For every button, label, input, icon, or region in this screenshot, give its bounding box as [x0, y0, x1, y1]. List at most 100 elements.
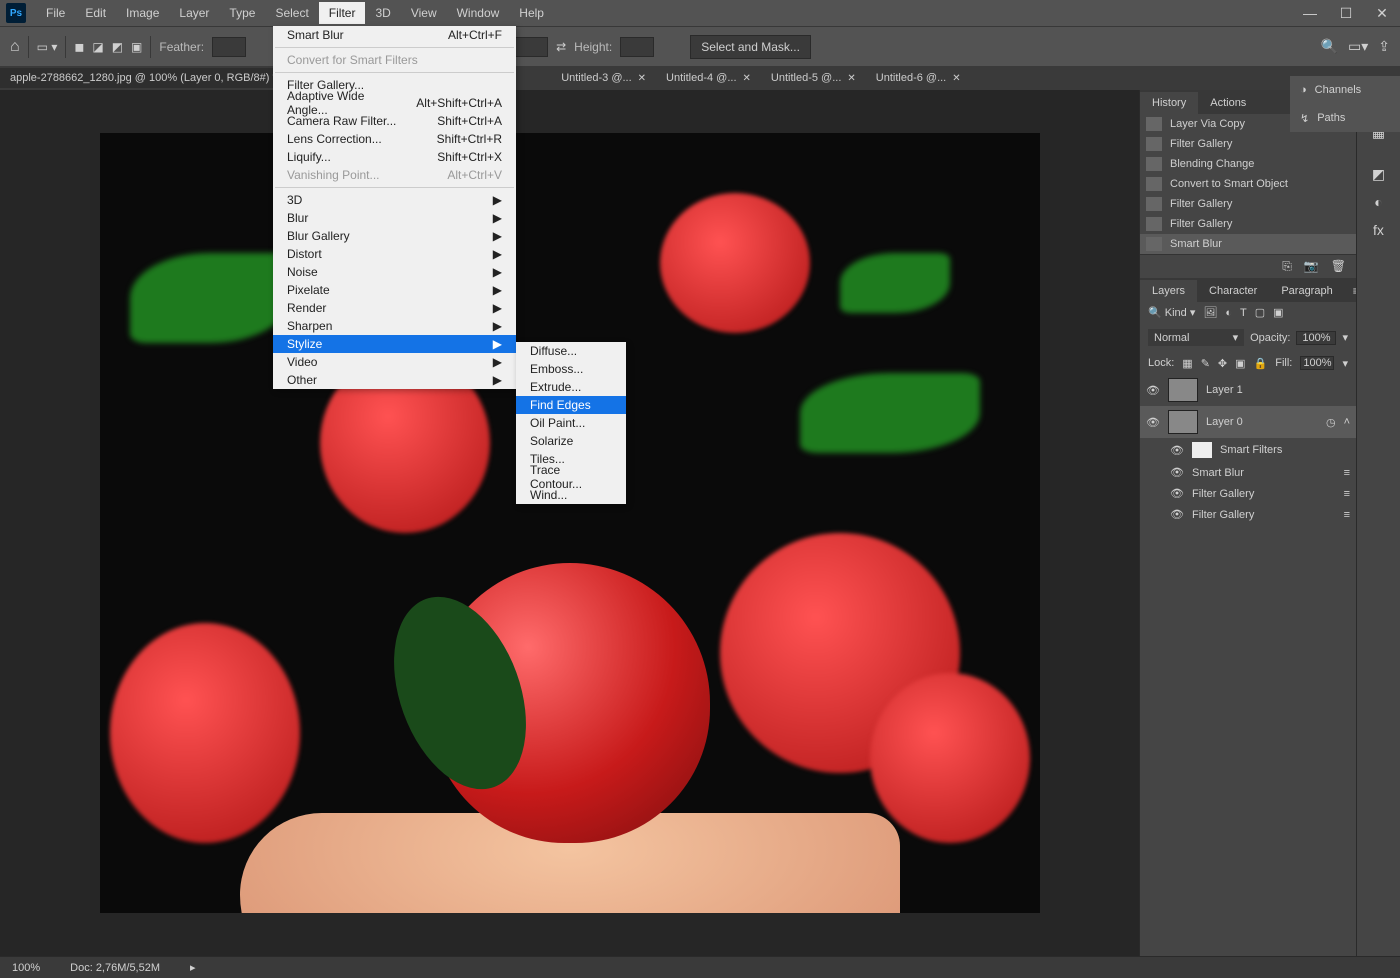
selection-add-icon[interactable]: ◪: [92, 40, 103, 54]
stylize-oil-paint[interactable]: Oil Paint...: [516, 414, 626, 432]
doc-tab-2[interactable]: Untitled-3 @...✕: [551, 68, 656, 88]
menu-3d[interactable]: 3D: [365, 2, 400, 24]
filter-noise-submenu[interactable]: Noise▶: [273, 263, 516, 281]
filter-pixelate-submenu[interactable]: Pixelate▶: [273, 281, 516, 299]
properties-icon[interactable]: ◩: [1357, 160, 1400, 188]
paths-tab[interactable]: ↯Paths: [1290, 104, 1400, 132]
snapshot-icon[interactable]: 📷: [1304, 259, 1319, 274]
visibility-icon[interactable]: 👁: [1170, 508, 1184, 521]
smart-filter-item[interactable]: 👁Filter Gallery≡: [1140, 483, 1356, 504]
fill-input[interactable]: 100%: [1300, 356, 1334, 370]
window-minimize-icon[interactable]: —: [1292, 5, 1328, 22]
lock-transparent-icon[interactable]: ▦: [1182, 357, 1192, 370]
visibility-icon[interactable]: 👁: [1170, 466, 1184, 479]
home-icon[interactable]: ⌂: [10, 38, 20, 56]
filter-other-submenu[interactable]: Other▶: [273, 371, 516, 389]
height-input[interactable]: [620, 37, 654, 57]
workspace-icon[interactable]: ▭▾: [1348, 38, 1368, 55]
lock-position-icon[interactable]: ✥: [1218, 357, 1227, 370]
filter-blur-submenu[interactable]: Blur▶: [273, 209, 516, 227]
stylize-diffuse[interactable]: Diffuse...: [516, 342, 626, 360]
filter-3d-submenu[interactable]: 3D▶: [273, 191, 516, 209]
selection-subtract-icon[interactable]: ◩: [112, 40, 123, 54]
search-icon[interactable]: 🔍: [1321, 38, 1338, 55]
window-maximize-icon[interactable]: ☐: [1328, 5, 1364, 22]
filter-last[interactable]: Smart BlurAlt+Ctrl+F: [273, 26, 516, 44]
smart-filters-header[interactable]: 👁Smart Filters: [1140, 438, 1356, 462]
history-item[interactable]: Blending Change: [1140, 154, 1356, 174]
menu-window[interactable]: Window: [447, 2, 510, 24]
history-tab[interactable]: History: [1140, 92, 1198, 114]
visibility-icon[interactable]: 👁: [1170, 444, 1184, 457]
width-input[interactable]: [514, 37, 548, 57]
doc-tab-4[interactable]: Untitled-5 @...✕: [761, 68, 866, 88]
history-item[interactable]: Filter Gallery: [1140, 194, 1356, 214]
marquee-select-icon[interactable]: ▭ ▾: [37, 40, 58, 54]
close-icon[interactable]: ✕: [952, 73, 960, 84]
filter-adjust-icon[interactable]: ◐: [1225, 307, 1232, 319]
filter-stylize-submenu[interactable]: Stylize▶: [273, 335, 516, 353]
convert-smart-filters[interactable]: Convert for Smart Filters: [273, 51, 516, 69]
menu-edit[interactable]: Edit: [75, 2, 116, 24]
filter-distort-submenu[interactable]: Distort▶: [273, 245, 516, 263]
menu-layer[interactable]: Layer: [169, 2, 219, 24]
filter-text-icon[interactable]: T: [1240, 307, 1247, 319]
filter-blur-gallery-submenu[interactable]: Blur Gallery▶: [273, 227, 516, 245]
stylize-extrude[interactable]: Extrude...: [516, 378, 626, 396]
history-item[interactable]: Filter Gallery: [1140, 214, 1356, 234]
filter-image-icon[interactable]: 🖼: [1203, 306, 1217, 319]
channels-tab[interactable]: ◑Channels: [1290, 76, 1400, 104]
doc-size[interactable]: Doc: 2,76M/5,52M: [70, 962, 160, 974]
history-item[interactable]: Smart Blur: [1140, 234, 1356, 254]
swap-dim-icon[interactable]: ⇄: [556, 40, 566, 54]
character-tab[interactable]: Character: [1197, 280, 1269, 302]
zoom-level[interactable]: 100%: [12, 962, 40, 974]
visibility-icon[interactable]: 👁: [1146, 416, 1160, 429]
stylize-solarize[interactable]: Solarize: [516, 432, 626, 450]
close-icon[interactable]: ✕: [743, 73, 751, 84]
new-doc-from-state-icon[interactable]: ⎘: [1282, 259, 1292, 274]
close-icon[interactable]: ✕: [847, 73, 855, 84]
filter-sharpen-submenu[interactable]: Sharpen▶: [273, 317, 516, 335]
close-icon[interactable]: ✕: [638, 73, 646, 84]
lock-paint-icon[interactable]: ✎: [1201, 357, 1210, 370]
layer-kind-filter[interactable]: 🔍 Kind ▾: [1148, 306, 1195, 319]
filter-video-submenu[interactable]: Video▶: [273, 353, 516, 371]
layers-tab[interactable]: Layers: [1140, 280, 1197, 302]
menu-image[interactable]: Image: [116, 2, 169, 24]
paragraph-tab[interactable]: Paragraph: [1269, 280, 1344, 302]
menu-type[interactable]: Type: [219, 2, 265, 24]
history-item[interactable]: Convert to Smart Object: [1140, 174, 1356, 194]
styles-icon[interactable]: fx: [1357, 216, 1400, 244]
window-close-icon[interactable]: ✕: [1364, 5, 1400, 22]
history-item[interactable]: Filter Gallery: [1140, 134, 1356, 154]
visibility-icon[interactable]: 👁: [1170, 487, 1184, 500]
lock-artboard-icon[interactable]: ▣: [1235, 357, 1245, 370]
lens-correction[interactable]: Lens Correction...Shift+Ctrl+R: [273, 130, 516, 148]
menu-file[interactable]: File: [36, 2, 75, 24]
selection-new-icon[interactable]: ◼: [74, 40, 84, 54]
layer-row[interactable]: 👁Layer 1: [1140, 374, 1356, 406]
layer-row[interactable]: 👁Layer 0◷˄: [1140, 406, 1356, 438]
menu-help[interactable]: Help: [509, 2, 554, 24]
stylize-find-edges[interactable]: Find Edges: [516, 396, 626, 414]
adaptive-wide-angle[interactable]: Adaptive Wide Angle...Alt+Shift+Ctrl+A: [273, 94, 516, 112]
vanishing-point[interactable]: Vanishing Point...Alt+Ctrl+V: [273, 166, 516, 184]
doc-tab-1[interactable]: apple-2788662_1280.jpg @ 100% (Layer 0, …: [0, 68, 301, 88]
actions-tab[interactable]: Actions: [1198, 92, 1258, 114]
filter-render-submenu[interactable]: Render▶: [273, 299, 516, 317]
menu-filter[interactable]: Filter: [319, 2, 366, 24]
blend-mode-select[interactable]: Normal▾: [1148, 329, 1244, 346]
stylize-emboss[interactable]: Emboss...: [516, 360, 626, 378]
menu-view[interactable]: View: [401, 2, 447, 24]
filter-options-icon[interactable]: ≡: [1344, 488, 1350, 500]
filter-smart-icon[interactable]: ▣: [1273, 306, 1283, 319]
filter-options-icon[interactable]: ≡: [1344, 467, 1350, 479]
lock-all-icon[interactable]: 🔒: [1254, 357, 1268, 370]
select-and-mask-button[interactable]: Select and Mask...: [690, 35, 811, 59]
doc-tab-5[interactable]: Untitled-6 @...✕: [866, 68, 971, 88]
selection-intersect-icon[interactable]: ▣: [131, 40, 142, 54]
filter-options-icon[interactable]: ≡: [1344, 509, 1350, 521]
document-canvas[interactable]: [100, 133, 1040, 913]
visibility-icon[interactable]: 👁: [1146, 384, 1160, 397]
